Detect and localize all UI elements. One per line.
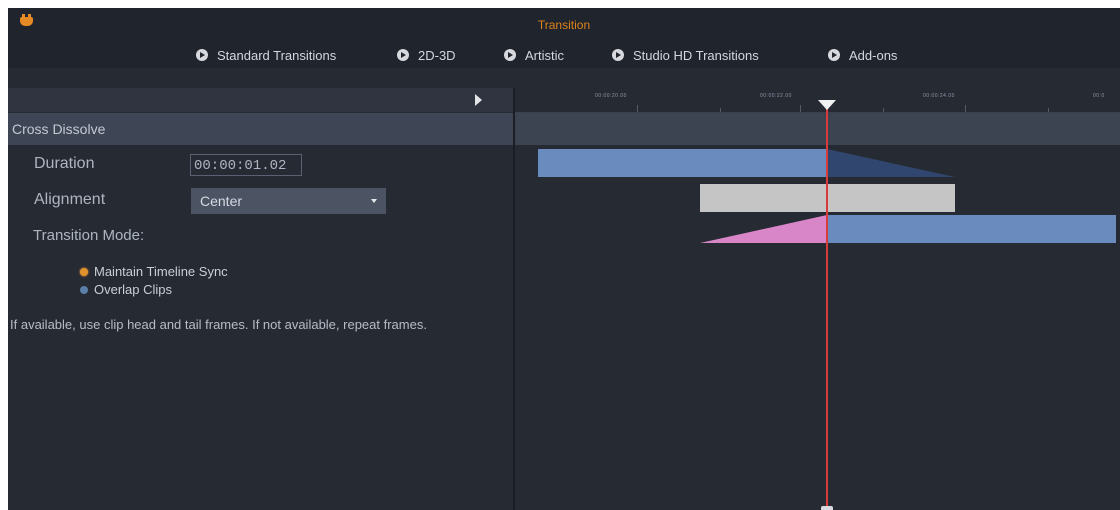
radio-overlap-clips[interactable]: Overlap Clips — [80, 282, 172, 297]
preview-header — [8, 88, 513, 112]
ruler-tick — [965, 105, 966, 112]
outgoing-fade — [827, 149, 955, 177]
ruler-tick — [720, 108, 721, 112]
radio-unselected-icon — [80, 285, 88, 294]
mode-hint-text: If available, use clip head and tail fra… — [10, 317, 427, 332]
radio-label: Overlap Clips — [94, 282, 173, 297]
tab-add-ons[interactable]: Add-ons — [828, 46, 897, 64]
window-title: Transition — [537, 18, 591, 32]
title-bar: Transition — [8, 8, 1120, 40]
ruler-label: 00:00:22.00 — [760, 93, 792, 99]
panel-divider[interactable] — [513, 88, 515, 510]
transition-title-bar: Cross Dissolve — [8, 113, 513, 145]
play-preview-icon[interactable] — [475, 94, 482, 106]
duration-field[interactable]: 00:00:01.02 — [190, 154, 302, 176]
outgoing-clip[interactable] — [538, 149, 827, 177]
ruler-tick — [800, 105, 801, 112]
transition-name: Cross Dissolve — [12, 121, 106, 137]
ruler-label: 00:00:20.00 — [595, 93, 627, 99]
incoming-fade — [700, 215, 827, 243]
tab-standard-transitions[interactable]: Standard Transitions — [196, 46, 336, 64]
radio-label: Maintain Timeline Sync — [94, 264, 228, 279]
transition-mode-label: Transition Mode: — [33, 227, 145, 244]
timeline-track-header — [515, 113, 1120, 145]
playhead[interactable] — [826, 108, 828, 510]
alignment-label: Alignment — [34, 191, 106, 208]
ruler-tick — [1048, 108, 1049, 112]
tab-2d-3d[interactable]: 2D-3D — [397, 46, 456, 64]
ruler-label: 00:00:24.00 — [923, 93, 955, 99]
alignment-select[interactable]: Center — [191, 188, 386, 214]
tab-artistic[interactable]: Artistic — [504, 46, 564, 64]
play-circle-icon — [397, 49, 409, 61]
duration-label: Duration — [34, 155, 95, 172]
category-tabs: Standard Transitions 2D-3D Artistic Stud… — [8, 40, 1120, 68]
radio-maintain-timeline-sync[interactable]: Maintain Timeline Sync — [80, 264, 228, 279]
play-circle-icon — [612, 49, 624, 61]
play-circle-icon — [828, 49, 840, 61]
tab-label: Studio HD Transitions — [633, 47, 759, 63]
tab-label: 2D-3D — [418, 47, 456, 63]
transition-editor-window: Transition Standard Transitions 2D-3D Ar… — [8, 8, 1120, 510]
ruler-tick — [883, 108, 884, 112]
incoming-clip[interactable] — [827, 215, 1116, 243]
play-circle-icon — [196, 49, 208, 61]
radio-selected-icon — [80, 267, 88, 276]
tab-studio-hd-transitions[interactable]: Studio HD Transitions — [612, 46, 759, 64]
dropdown-caret-icon — [371, 199, 377, 203]
playhead-handle-icon[interactable] — [818, 100, 836, 110]
ruler-tick — [637, 105, 638, 112]
play-circle-icon — [504, 49, 516, 61]
alignment-value: Center — [200, 193, 243, 209]
playhead-foot — [821, 506, 833, 510]
tab-label: Artistic — [525, 47, 564, 63]
ruler-label: 00:0 — [1093, 93, 1105, 99]
tab-label: Standard Transitions — [217, 47, 337, 63]
tab-label: Add-ons — [849, 47, 898, 63]
